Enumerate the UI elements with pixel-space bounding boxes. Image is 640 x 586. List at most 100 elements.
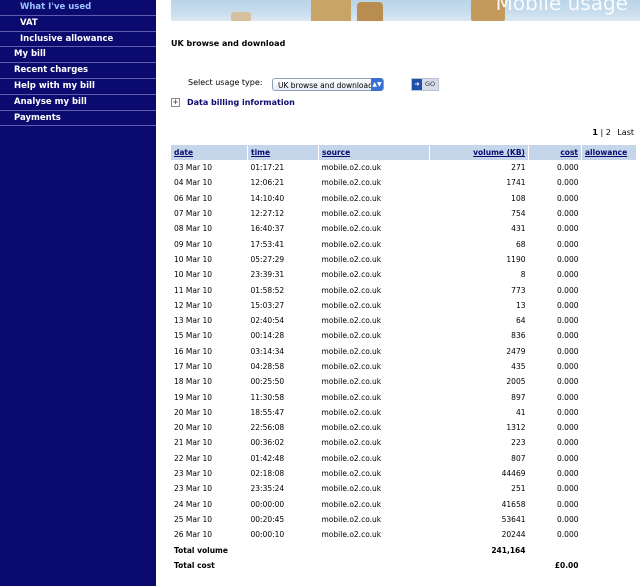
- cell-volume: 897: [511, 392, 526, 402]
- total-cost-row-label: Total cost: [174, 560, 215, 570]
- cell-volume: 44469: [501, 469, 526, 479]
- go-button[interactable]: ➜ GO: [411, 78, 439, 91]
- cell-source: mobile.o2.co.uk: [321, 392, 382, 402]
- data-billing-info-toggle[interactable]: + Data billing information: [171, 98, 295, 107]
- cell-source: mobile.o2.co.uk: [321, 484, 382, 494]
- table-row: 10 Mar 10 23:39:31 mobile.o2.co.uk 8 0.000: [171, 267, 637, 282]
- cell-time: 18:55:47: [250, 407, 285, 417]
- column-header-date[interactable]: date: [171, 145, 248, 160]
- page-link-2[interactable]: 2: [606, 128, 611, 137]
- empty-cell: [529, 542, 582, 557]
- cell-time: 02:40:54: [250, 316, 285, 326]
- sidebar-item-payments[interactable]: Payments: [0, 111, 156, 127]
- cell-allowance: [582, 512, 637, 527]
- column-header-volume[interactable]: volume (KB): [429, 145, 529, 160]
- cell-cost: 0.000: [557, 499, 579, 509]
- column-header-source[interactable]: source: [318, 145, 430, 160]
- total-volume-row-value: 241,164: [491, 545, 526, 555]
- usage-table: date time source volume (KB) cost allowa…: [171, 145, 637, 573]
- cell-source: mobile.o2.co.uk: [321, 346, 382, 356]
- cell-allowance: [582, 435, 637, 450]
- cell-time: 00:00:00: [250, 499, 285, 509]
- usage-type-select[interactable]: UK browse and download ▲▼: [272, 78, 384, 91]
- cell-allowance: [582, 267, 637, 282]
- cell-cost: 0.000: [557, 209, 579, 219]
- table-row: 23 Mar 10 02:18:08 mobile.o2.co.uk 44469 0.0…: [171, 466, 637, 481]
- empty-cell: [319, 558, 430, 573]
- banner-decoration: [357, 2, 383, 21]
- cell-source: mobile.o2.co.uk: [321, 362, 382, 371]
- cell-time: 01:58:52: [250, 285, 285, 295]
- cell-allowance: [582, 527, 637, 542]
- cell-time: 00:00:10: [250, 530, 285, 540]
- cell-date: 03 Mar 10: [174, 163, 213, 173]
- sidebar-item-inclusive-allowance[interactable]: Inclusive allowance: [0, 32, 156, 48]
- sidebar-item-vat[interactable]: VAT: [0, 16, 156, 32]
- header-banner: Mobile usage: [171, 0, 640, 21]
- sidebar-item-what-i-ve-used[interactable]: What I've used: [0, 0, 156, 16]
- cell-time: 00:36:02: [250, 438, 285, 448]
- arrow-right-icon: ➜: [412, 79, 422, 90]
- table-row: 11 Mar 10 01:58:52 mobile.o2.co.uk 773 0.000: [171, 282, 637, 297]
- total-volume-row-label: Total volume: [174, 545, 228, 555]
- table-row: 17 Mar 10 04:28:58 mobile.o2.co.uk 435 0.000: [171, 359, 637, 374]
- table-row: 06 Mar 10 14:10:40 mobile.o2.co.uk 108 0.000: [171, 191, 637, 206]
- cell-volume: 431: [511, 224, 526, 234]
- cell-volume: 64: [515, 316, 526, 326]
- cell-date: 13 Mar 10: [174, 316, 213, 326]
- page-separator: |: [600, 128, 604, 137]
- cell-allowance: [582, 236, 637, 251]
- empty-cell: [248, 558, 319, 573]
- cell-cost: 0.000: [557, 224, 579, 234]
- cell-date: 08 Mar 10: [174, 224, 213, 234]
- sidebar-item-help-with-my-bill[interactable]: Help with my bill: [0, 79, 156, 95]
- cell-volume: 271: [511, 163, 526, 173]
- cell-date: 04 Mar 10: [174, 178, 213, 188]
- total-cost-row-value: £0.00: [554, 560, 579, 570]
- sidebar-item-recent-charges[interactable]: Recent charges: [0, 63, 156, 79]
- table-row: 18 Mar 10 00:25:50 mobile.o2.co.uk 2005 0.00…: [171, 374, 637, 389]
- table-row: 16 Mar 10 03:14:34 mobile.o2.co.uk 2479 0.00…: [171, 344, 637, 359]
- empty-cell: [430, 558, 529, 573]
- cell-date: 06 Mar 10: [174, 193, 213, 203]
- sidebar-item-analyse-my-bill[interactable]: Analyse my bill: [0, 95, 156, 111]
- cell-cost: 0.000: [557, 392, 579, 402]
- column-header-time[interactable]: time: [247, 145, 319, 160]
- cell-time: 15:03:27: [250, 300, 285, 310]
- cell-allowance: [582, 389, 637, 404]
- cell-source: mobile.o2.co.uk: [321, 453, 382, 463]
- sidebar-item-my-bill[interactable]: My bill: [0, 47, 156, 64]
- cell-date: 21 Mar 10: [174, 438, 213, 448]
- cell-time: 12:27:12: [250, 209, 285, 219]
- cell-time: 17:53:41: [250, 239, 285, 249]
- table-row: 15 Mar 10 00:14:28 mobile.o2.co.uk 836 0.000: [171, 328, 637, 343]
- cell-date: 20 Mar 10: [174, 407, 213, 417]
- cell-cost: 0.000: [557, 270, 579, 280]
- cell-time: 22:56:08: [250, 423, 285, 433]
- cell-cost: 0.000: [557, 178, 579, 188]
- cell-time: 01:42:48: [250, 453, 285, 463]
- cell-cost: 0.000: [557, 193, 579, 203]
- cell-source: mobile.o2.co.uk: [321, 270, 382, 280]
- cell-allowance: [582, 481, 637, 496]
- cell-source: mobile.o2.co.uk: [321, 331, 382, 341]
- sidebar-nav: What I've used VAT Inclusive allowance My b…: [0, 0, 156, 586]
- table-row: 25 Mar 10 00:20:45 mobile.o2.co.uk 53641 0.0…: [171, 512, 637, 527]
- cell-date: 12 Mar 10: [174, 300, 213, 310]
- column-header-cost[interactable]: cost: [528, 145, 582, 160]
- cell-allowance: [582, 221, 637, 236]
- page-link-last[interactable]: Last: [617, 128, 634, 137]
- cell-cost: 0.000: [557, 285, 579, 295]
- cell-volume: 20244: [501, 530, 526, 540]
- cell-cost: 0.000: [557, 530, 579, 540]
- cell-time: 05:27:29: [250, 254, 285, 264]
- cell-cost: 0.000: [557, 438, 579, 448]
- cell-allowance: [582, 252, 637, 267]
- column-header-allowance[interactable]: allowance: [581, 145, 637, 160]
- cell-allowance: [582, 160, 637, 175]
- empty-cell: [248, 542, 319, 557]
- cell-cost: 0.000: [557, 346, 579, 356]
- total-cost-row: Total cost £0.00: [171, 558, 637, 573]
- banner-decoration: [311, 0, 351, 21]
- cell-allowance: [582, 466, 637, 481]
